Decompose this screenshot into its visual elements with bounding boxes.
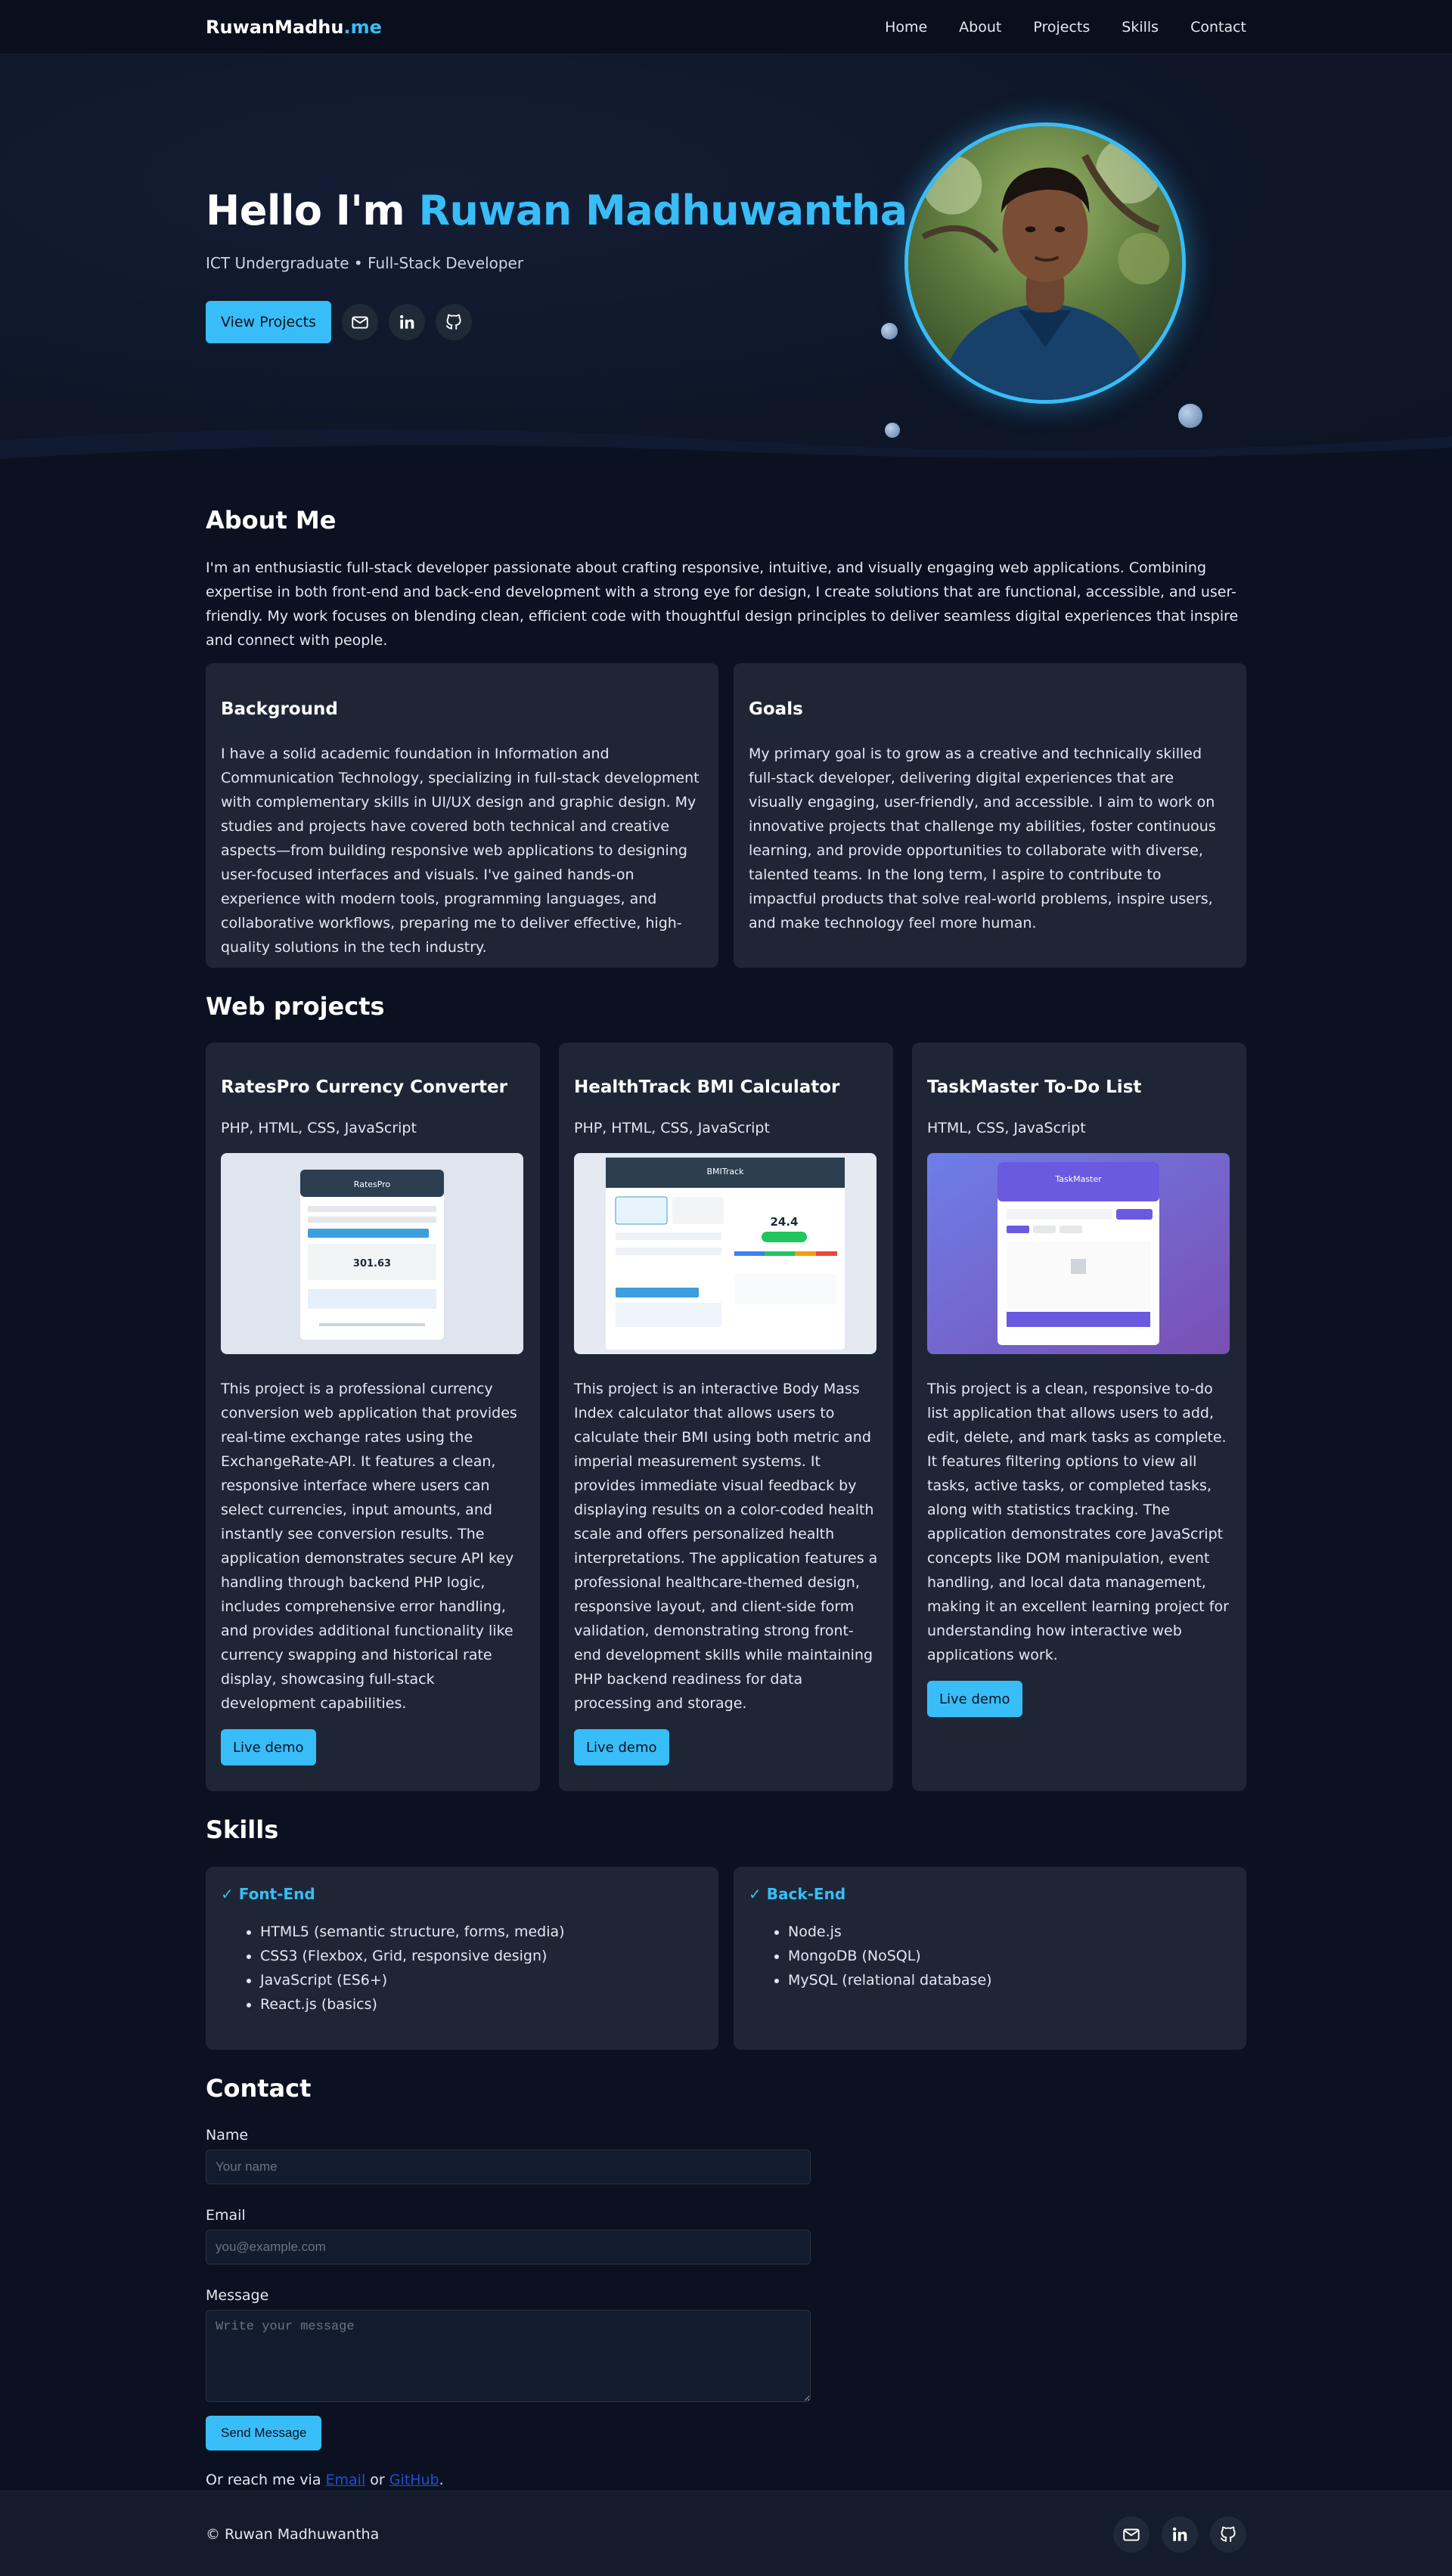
email-label: Email [206,2207,246,2224]
live-demo-button[interactable]: Live demo [221,1729,316,1765]
project-tech: HTML, CSS, JavaScript [927,1120,1086,1136]
top-navbar: RuwanMadhu.me Home About Projects Skills… [0,0,1452,54]
project-card-taskmaster: TaskMaster To-Do List HTML, CSS, JavaScr… [912,1043,1246,1791]
decor-bubble [881,323,898,339]
project-card-healthtrack: HealthTrack BMI Calculator PHP, HTML, CS… [559,1043,893,1791]
brand-logo[interactable]: RuwanMadhu.me [206,17,382,38]
projects-section: Web projects RatesPro Currency Converter… [206,992,1246,1791]
project-tech: PHP, HTML, CSS, JavaScript [574,1120,770,1136]
hero-section: Hello I'm Ruwan Madhuwantha ICT Undergra… [0,54,1452,482]
skill-item: JavaScript (ES6+) [260,1968,703,1992]
projects-heading: Web projects [206,992,385,1021]
footer-social-icons [1113,2516,1246,2553]
email-link[interactable]: Email [326,2472,366,2488]
skill-item: React.js (basics) [260,1992,703,2016]
footer: © Ruwan Madhuwantha [0,2491,1452,2576]
project-description: This project is an interactive Body Mass… [574,1381,878,1712]
hero-actions: View Projects [206,301,908,343]
reach-suffix: . [439,2472,444,2488]
thumb-title: TaskMaster [1054,1174,1102,1184]
goals-card: Goals My primary goal is to grow as a cr… [734,663,1246,968]
reach-or: or [365,2472,389,2488]
reach-prefix: Or reach me via [206,2472,326,2488]
about-lead-text: I'm an enthusiastic full-stack developer… [206,560,1239,649]
nav-links: Home About Projects Skills Contact [885,19,1246,36]
github-icon[interactable] [436,304,473,340]
hero-subtitle: ICT Undergraduate • Full-Stack Developer [206,254,524,272]
project-title: RatesPro Currency Converter [221,1077,507,1097]
profile-avatar [904,122,1186,404]
hero-text: Hello I'm Ruwan Madhuwantha ICT Undergra… [206,187,908,343]
project-description: This project is a professional currency … [221,1381,517,1712]
contact-section: Contact Name Email Message Send Message … [206,2074,1246,2488]
skills-cards: ✓ Font-End HTML5 (semantic structure, fo… [206,1867,1246,2050]
github-link[interactable]: GitHub [389,2472,439,2488]
skill-item: MongoDB (NoSQL) [788,1944,1231,1968]
mail-icon[interactable] [1113,2516,1150,2553]
skill-item: MySQL (relational database) [788,1968,1231,1992]
frontend-list: HTML5 (semantic structure, forms, media)… [221,1920,703,2016]
message-textarea[interactable] [206,2310,811,2402]
projects-grid: RatesPro Currency Converter PHP, HTML, C… [206,1043,1246,1791]
name-label: Name [206,2127,249,2144]
hero-greeting: Hello I'm [206,187,419,234]
name-input[interactable] [206,2150,811,2184]
skill-item: Node.js [788,1920,1231,1944]
brand-main: RuwanMadhu [206,17,344,38]
goals-text: My primary goal is to grow as a creative… [749,746,1216,932]
about-section: About Me I'm an enthusiastic full-stack … [206,506,1246,968]
nav-link-home[interactable]: Home [885,19,927,36]
email-input[interactable] [206,2230,811,2264]
background-title: Background [221,699,338,719]
skills-section: Skills ✓ Font-End HTML5 (semantic struct… [206,1815,1246,2050]
frontend-title: ✓ Font-End [221,1885,315,1903]
message-label: Message [206,2287,269,2304]
hero-name: Ruwan Madhuwantha [418,187,908,234]
project-title: HealthTrack BMI Calculator [574,1077,840,1097]
nav-link-projects[interactable]: Projects [1033,19,1090,36]
background-text: I have a solid academic foundation in In… [221,746,700,956]
nav-link-contact[interactable]: Contact [1190,19,1246,36]
linkedin-icon[interactable] [389,304,426,340]
project-screenshot: BMITrack 24.4 [574,1153,876,1354]
github-icon[interactable] [1210,2516,1246,2553]
skill-item: HTML5 (semantic structure, forms, media) [260,1920,703,1944]
view-projects-button[interactable]: View Projects [206,301,332,343]
brand-accent: .me [343,17,382,38]
project-title: TaskMaster To-Do List [927,1077,1142,1097]
footer-copyright: © Ruwan Madhuwantha [206,2525,380,2543]
thumb-value: 24.4 [770,1215,798,1229]
project-screenshot: TaskMaster [927,1153,1230,1354]
project-description: This project is a clean, responsive to-d… [927,1381,1229,1663]
project-screenshot: RatesPro 301.63 [221,1153,523,1354]
hero-wave-divider [0,429,1452,482]
about-heading: About Me [206,506,337,535]
thumb-value: 301.63 [353,1258,391,1269]
nav-link-about[interactable]: About [959,19,1001,36]
about-cards: Background I have a solid academic found… [206,663,1246,968]
frontend-skills-card: ✓ Font-End HTML5 (semantic structure, fo… [206,1867,718,2050]
background-card: Background I have a solid academic found… [206,663,718,968]
reach-me-text: Or reach me via Email or GitHub. [206,2472,1246,2488]
skills-heading: Skills [206,1815,279,1844]
skill-item: CSS3 (Flexbox, Grid, responsive design) [260,1944,703,1968]
hero-title: Hello I'm Ruwan Madhuwantha [206,187,908,234]
nav-link-skills[interactable]: Skills [1122,19,1159,36]
goals-title: Goals [749,699,803,719]
backend-skills-card: ✓ Back-End Node.js MongoDB (NoSQL) MySQL… [734,1867,1246,2050]
contact-heading: Contact [206,2074,312,2103]
thumb-title: RatesPro [354,1180,391,1189]
project-tech: PHP, HTML, CSS, JavaScript [221,1120,417,1136]
live-demo-button[interactable]: Live demo [574,1729,669,1765]
project-card-ratespro: RatesPro Currency Converter PHP, HTML, C… [206,1043,540,1791]
send-message-button[interactable]: Send Message [206,2416,322,2450]
mail-icon[interactable] [342,304,379,340]
backend-title: ✓ Back-End [749,1885,846,1903]
backend-list: Node.js MongoDB (NoSQL) MySQL (relationa… [749,1920,1231,1992]
thumb-title: BMITrack [706,1167,744,1176]
live-demo-button[interactable]: Live demo [927,1681,1022,1717]
linkedin-icon[interactable] [1162,2516,1198,2553]
